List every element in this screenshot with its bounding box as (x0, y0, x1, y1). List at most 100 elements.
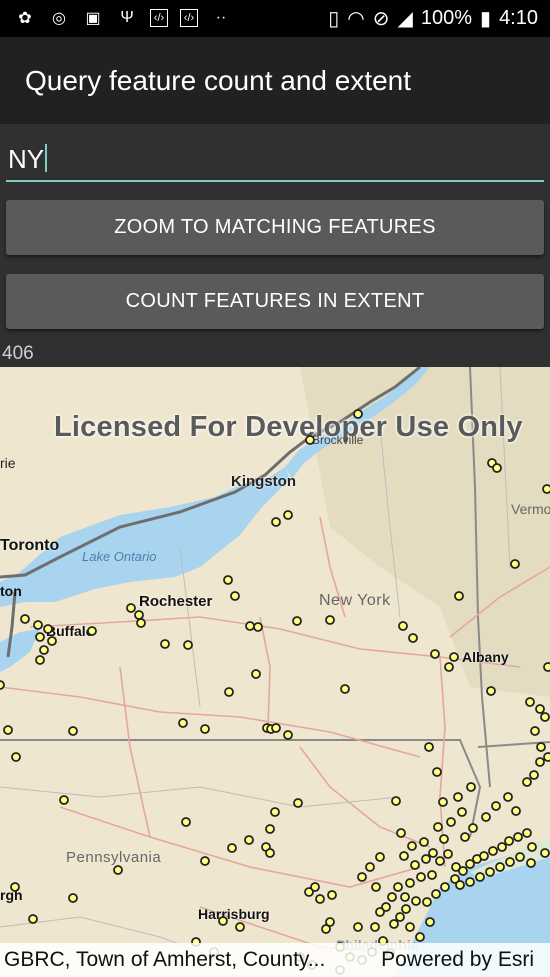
feature-point[interactable] (405, 878, 415, 888)
feature-point[interactable] (435, 856, 445, 866)
feature-point[interactable] (270, 807, 280, 817)
feature-point[interactable] (536, 742, 546, 752)
feature-point[interactable] (375, 852, 385, 862)
feature-point[interactable] (283, 730, 293, 740)
feature-point[interactable] (458, 866, 468, 876)
feature-point[interactable] (527, 842, 537, 852)
feature-point[interactable] (35, 632, 45, 642)
feature-point[interactable] (271, 517, 281, 527)
feature-point[interactable] (526, 858, 536, 868)
feature-point[interactable] (443, 849, 453, 859)
feature-point[interactable] (543, 752, 550, 762)
feature-point[interactable] (315, 894, 325, 904)
feature-point[interactable] (440, 882, 450, 892)
feature-point[interactable] (68, 726, 78, 736)
feature-point[interactable] (542, 484, 550, 494)
feature-point[interactable] (504, 836, 514, 846)
feature-point[interactable] (540, 712, 550, 722)
feature-point[interactable] (444, 662, 454, 672)
count-features-in-extent-button[interactable]: COUNT FEATURES IN EXTENT (6, 274, 544, 329)
feature-point[interactable] (0, 680, 5, 690)
feature-point[interactable] (181, 817, 191, 827)
feature-point[interactable] (513, 832, 523, 842)
feature-point[interactable] (389, 919, 399, 929)
feature-point[interactable] (522, 828, 532, 838)
feature-point[interactable] (327, 890, 337, 900)
feature-point[interactable] (396, 828, 406, 838)
zoom-to-matching-features-button[interactable]: ZOOM TO MATCHING FEATURES (6, 200, 544, 255)
feature-point[interactable] (126, 603, 136, 613)
feature-point[interactable] (535, 704, 545, 714)
feature-point[interactable] (253, 622, 263, 632)
feature-point[interactable] (365, 862, 375, 872)
feature-point[interactable] (325, 615, 335, 625)
feature-point[interactable] (265, 848, 275, 858)
feature-point[interactable] (488, 846, 498, 856)
feature-point[interactable] (497, 842, 507, 852)
feature-point[interactable] (353, 409, 363, 419)
feature-point[interactable] (271, 723, 281, 733)
feature-point[interactable] (20, 614, 30, 624)
feature-point[interactable] (515, 852, 525, 862)
feature-point[interactable] (244, 835, 254, 845)
feature-point[interactable] (453, 792, 463, 802)
feature-point[interactable] (505, 857, 515, 867)
feature-point[interactable] (401, 904, 411, 914)
map-view[interactable]: Licensed For Developer Use Only rie King… (0, 367, 550, 977)
feature-point[interactable] (475, 872, 485, 882)
feature-point[interactable] (305, 435, 315, 445)
feature-point[interactable] (200, 724, 210, 734)
feature-point[interactable] (283, 510, 293, 520)
feature-point[interactable] (227, 843, 237, 853)
feature-point[interactable] (353, 922, 363, 932)
feature-point[interactable] (265, 824, 275, 834)
feature-point[interactable] (457, 807, 467, 817)
feature-point[interactable] (446, 817, 456, 827)
feature-point[interactable] (293, 798, 303, 808)
feature-point[interactable] (465, 877, 475, 887)
feature-point[interactable] (340, 684, 350, 694)
feature-point[interactable] (391, 796, 401, 806)
feature-point[interactable] (200, 856, 210, 866)
feature-point[interactable] (416, 872, 426, 882)
feature-point[interactable] (438, 797, 448, 807)
feature-point[interactable] (136, 618, 146, 628)
feature-point[interactable] (400, 892, 410, 902)
feature-point[interactable] (468, 823, 478, 833)
feature-point[interactable] (407, 841, 417, 851)
feature-point[interactable] (405, 922, 415, 932)
feature-point[interactable] (503, 792, 513, 802)
feature-point[interactable] (433, 822, 443, 832)
feature-point[interactable] (230, 591, 240, 601)
feature-point[interactable] (481, 812, 491, 822)
feature-point[interactable] (68, 893, 78, 903)
feature-point[interactable] (35, 655, 45, 665)
feature-point[interactable] (375, 907, 385, 917)
feature-point[interactable] (87, 626, 97, 636)
feature-points-layer[interactable] (0, 367, 550, 977)
feature-point[interactable] (422, 897, 432, 907)
feature-point[interactable] (245, 621, 255, 631)
feature-point[interactable] (3, 725, 13, 735)
feature-point[interactable] (410, 860, 420, 870)
feature-point[interactable] (47, 636, 57, 646)
feature-point[interactable] (529, 770, 539, 780)
feature-point[interactable] (449, 652, 459, 662)
feature-point[interactable] (395, 912, 405, 922)
feature-point[interactable] (11, 752, 21, 762)
feature-point[interactable] (160, 639, 170, 649)
feature-point[interactable] (113, 865, 123, 875)
feature-point[interactable] (425, 917, 435, 927)
feature-point[interactable] (59, 795, 69, 805)
feature-point[interactable] (421, 854, 431, 864)
feature-point[interactable] (495, 862, 505, 872)
feature-point[interactable] (455, 880, 465, 890)
feature-point[interactable] (454, 591, 464, 601)
feature-point[interactable] (530, 726, 540, 736)
feature-point[interactable] (43, 624, 53, 634)
feature-point[interactable] (492, 463, 502, 473)
feature-point[interactable] (28, 914, 38, 924)
feature-point[interactable] (224, 687, 234, 697)
feature-point[interactable] (235, 922, 245, 932)
feature-point[interactable] (439, 834, 449, 844)
